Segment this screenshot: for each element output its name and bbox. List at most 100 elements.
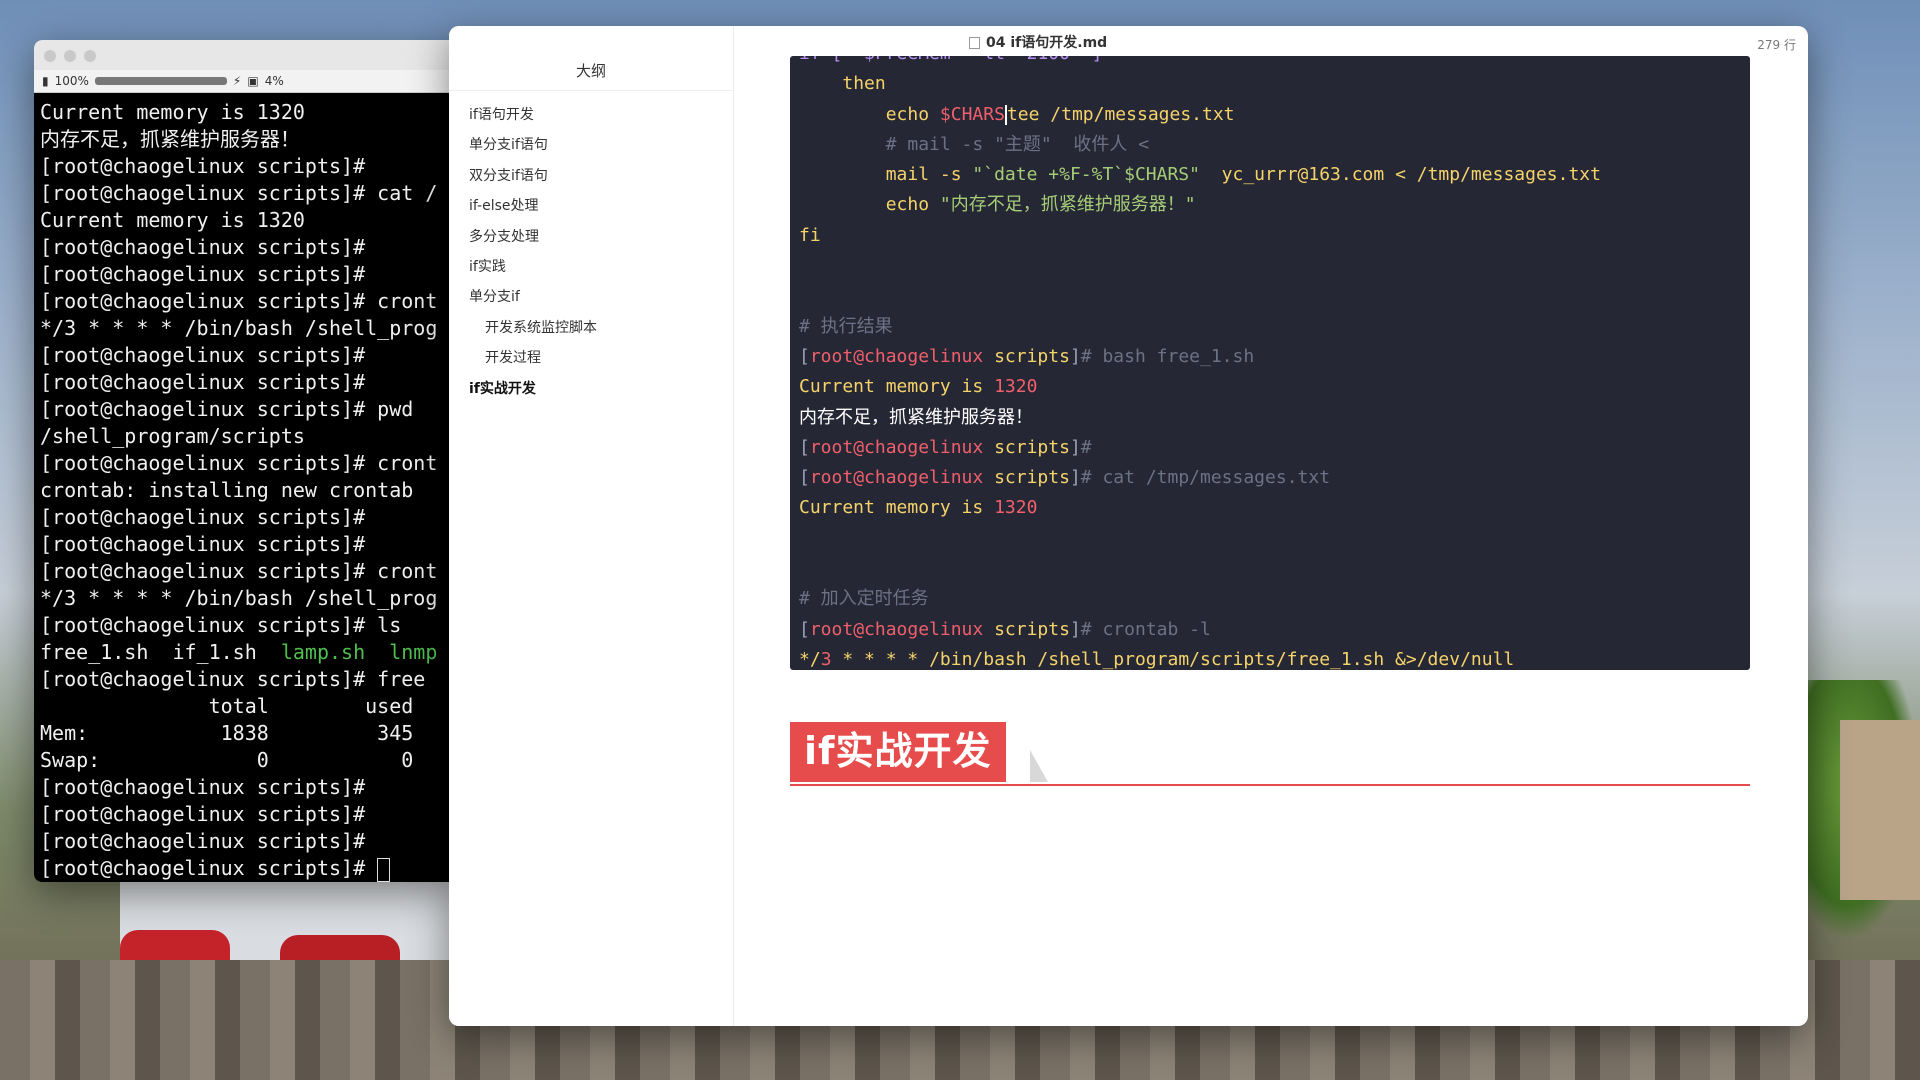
code-keyword: mail -s [885, 164, 962, 186]
terminal-line: total used [40, 693, 448, 720]
code-text[interactable]: if [ "$FreeMem" -lt "2100" ] then echo $… [799, 56, 1601, 670]
battery-bar [94, 77, 227, 85]
code-comment: # mail -s "主题" 收件人 < [885, 133, 1150, 155]
terminal-line: [root@chaogelinux scripts]# [40, 801, 448, 828]
terminal-titlebar[interactable] [34, 40, 454, 70]
code-fi: fi [799, 224, 821, 246]
outline-item[interactable]: if-else处理 [449, 191, 733, 221]
outline-list: if语句开发 单分支if语句 双分支if语句 if-else处理 多分支处理 if实践 单分… [449, 100, 733, 404]
code-string: "`date +%F-%T`$CHARS" [972, 164, 1200, 186]
code-variable: $CHARS [939, 103, 1005, 125]
code-prompt-user: root@chaogelinux [809, 467, 984, 489]
terminal-line-text: [root@chaogelinux scripts]# pwd [40, 397, 414, 421]
heading-decoration [1030, 750, 1048, 782]
outline-item[interactable]: 双分支if语句 [449, 161, 733, 191]
code-output-number: 1320 [994, 497, 1038, 519]
terminal-line-text: [root@chaogelinux scripts]# [40, 802, 366, 826]
terminal-line-text: [root@chaogelinux scripts]# [40, 505, 366, 529]
code-comment: # 执行结果 [799, 315, 893, 337]
code-prompt-user: root@chaogelinux [809, 618, 984, 640]
terminal-line-text: [root@chaogelinux scripts]# cront [40, 559, 438, 583]
code-command: cat /tmp/messages.txt [1102, 467, 1331, 489]
outline-item[interactable]: 单分支if语句 [449, 130, 733, 160]
terminal-line-text: [root@chaogelinux scripts]# [40, 856, 378, 880]
terminal-line: [root@chaogelinux scripts]# free [40, 666, 448, 693]
terminal-line: [root@chaogelinux scripts]# [40, 504, 448, 531]
terminal-line-text: 内存不足，抓紧维护服务器！ [40, 127, 300, 151]
terminal-line-text: Current memory is 1320 [40, 100, 305, 124]
outline-item[interactable]: if语句开发 [449, 100, 733, 130]
terminal-line: */3 * * * * /bin/bash /shell_prog [40, 315, 448, 342]
terminal-cursor [377, 857, 391, 882]
terminal-line: [root@chaogelinux scripts]# cat / [40, 180, 448, 207]
close-dot-icon[interactable] [44, 50, 56, 62]
battery-value: 100% [54, 74, 89, 88]
zoom-dot-icon[interactable] [84, 50, 96, 62]
outline-item[interactable]: if实战开发 [449, 374, 733, 404]
code-string: "内存不足，抓紧维护服务器！" [939, 194, 1196, 216]
terminal-line: Mem: 1838 345 [40, 720, 448, 747]
terminal-line: [root@chaogelinux scripts]# cront [40, 558, 448, 585]
cpu-icon: ▣ [247, 74, 259, 88]
terminal-line-text: [root@chaogelinux scripts]# [40, 829, 366, 853]
terminal-line-text: */3 * * * * /bin/bash /shell_prog [40, 316, 438, 340]
terminal-window[interactable]: ▮ 100% ⚡ ▣ 4% Current memory is 1320 内存不足… [34, 40, 454, 882]
heading-underline [790, 784, 1750, 786]
terminal-line-text: crontab: installing new crontab [40, 478, 414, 502]
code-prompt-dir: scripts [994, 618, 1070, 640]
terminal-line-text: [root@chaogelinux scripts]# [40, 235, 366, 259]
terminal-line-text: Mem: 1838 345 [40, 721, 414, 745]
terminal-line-text: [root@chaogelinux scripts]# cront [40, 289, 438, 313]
code-comment: # 加入定时任务 [799, 588, 929, 610]
heading-text: if实战开发 [790, 722, 1006, 782]
terminal-line: [root@chaogelinux scripts]# [40, 828, 448, 855]
terminal-line: Current memory is 1320 [40, 99, 448, 126]
terminal-line: [root@chaogelinux scripts]# [40, 153, 448, 180]
outline-item[interactable]: 单分支if [449, 282, 733, 312]
terminal-line: [root@chaogelinux scripts]# ls [40, 612, 448, 639]
terminal-line: crontab: installing new crontab [40, 477, 448, 504]
terminal-output[interactable]: Current memory is 1320 内存不足，抓紧维护服务器！ [root… [34, 93, 454, 882]
charging-icon: ⚡ [232, 74, 242, 88]
terminal-line: [root@chaogelinux scripts]# [40, 261, 448, 288]
code-text-run: tee /tmp/messages.txt [1006, 103, 1235, 125]
outline-item[interactable]: if实践 [449, 252, 733, 282]
minimize-dot-icon[interactable] [64, 50, 76, 62]
code-output: Current memory is [799, 376, 984, 398]
editor-window[interactable]: 04 if语句开发.md 279 行 大纲 if语句开发 单分支if语句 双分支if… [449, 26, 1808, 1026]
battery-icon: ▮ [42, 74, 49, 88]
code-cron-number: 3 [820, 648, 832, 670]
terminal-line: /shell_program/scripts [40, 423, 448, 450]
outline-item[interactable]: 开发过程 [449, 343, 733, 373]
background-building [1840, 720, 1920, 900]
terminal-line-text: Current memory is 1320 [40, 208, 305, 232]
code-keyword: echo [885, 194, 930, 216]
terminal-line-text: [root@chaogelinux scripts]# [40, 532, 366, 556]
terminal-line: 内存不足，抓紧维护服务器！ [40, 126, 448, 153]
code-block[interactable]: if [ "$FreeMem" -lt "2100" ] then echo $… [790, 56, 1750, 670]
terminal-line-text: [root@chaogelinux scripts]# cront [40, 451, 438, 475]
terminal-line-text: [root@chaogelinux scripts]# [40, 154, 366, 178]
code-prompt-dir: scripts [994, 467, 1070, 489]
terminal-line-text: total used [40, 694, 414, 718]
code-email: yc_urrr@163.com [1221, 164, 1385, 186]
outline-item[interactable]: 开发系统监控脚本 [449, 313, 733, 343]
outline-title: 大纲 [575, 62, 606, 80]
terminal-line-text: [root@chaogelinux scripts]# [40, 370, 366, 394]
terminal-line-text: [root@chaogelinux scripts]# [40, 775, 366, 799]
code-then: then [842, 73, 886, 95]
cpu-value: 4% [264, 74, 284, 88]
terminal-line: */3 * * * * /bin/bash /shell_prog [40, 585, 448, 612]
outline-item[interactable]: 多分支处理 [449, 222, 733, 252]
terminal-line: Swap: 0 0 [40, 747, 448, 774]
terminal-line-text: Swap: 0 0 [40, 748, 414, 772]
code-output-number: 1320 [994, 376, 1038, 398]
terminal-line: [root@chaogelinux scripts]# cront [40, 450, 448, 477]
terminal-line-text: [root@chaogelinux scripts]# [40, 262, 366, 286]
code-prompt-dir: scripts [994, 436, 1070, 458]
terminal-line: [root@chaogelinux scripts]# pwd [40, 396, 448, 423]
document-content[interactable]: if [ "$FreeMem" -lt "2100" ] then echo $… [733, 26, 1808, 1026]
divider [449, 90, 733, 91]
code-keyword: echo [885, 103, 930, 125]
code-prompt-user: root@chaogelinux [809, 436, 984, 458]
